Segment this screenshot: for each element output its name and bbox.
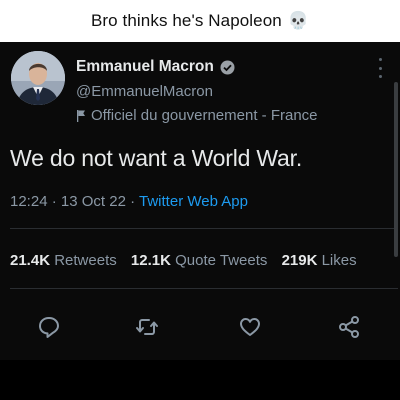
meta-separator: ·: [51, 193, 57, 210]
account-label: Officiel du gouvernement - France: [76, 107, 318, 124]
likes-label: Likes: [321, 252, 357, 269]
avatar[interactable]: [11, 51, 65, 105]
share-icon[interactable]: [336, 314, 362, 340]
author-handle[interactable]: @EmmanuelMacron: [76, 83, 213, 100]
meme-caption-bar: Bro thinks he's Napoleon 💀: [0, 0, 400, 42]
tweet-actions: [0, 308, 400, 348]
likes-count: 219K: [281, 252, 318, 269]
tweet-meta: 12:24 · 13 Oct 22 · Twitter Web App: [10, 193, 248, 210]
author-name[interactable]: Emmanuel Macron: [76, 58, 214, 76]
more-options-icon[interactable]: [374, 58, 386, 78]
tweet-card: Emmanuel Macron @EmmanuelMacron Officiel…: [0, 42, 400, 360]
tweet-date[interactable]: 13 Oct 22: [61, 193, 126, 210]
scrollbar[interactable]: [394, 82, 398, 257]
verified-badge-icon: [220, 60, 235, 75]
meta-separator: ·: [130, 193, 136, 210]
quotes-stat[interactable]: 12.1K Quote Tweets: [131, 252, 267, 269]
retweets-count: 21.4K: [10, 252, 51, 269]
retweets-stat[interactable]: 21.4K Retweets: [10, 252, 117, 269]
divider: [10, 228, 398, 229]
quotes-label: Quote Tweets: [175, 252, 268, 269]
retweet-icon[interactable]: [134, 314, 160, 340]
account-label-text: Officiel du gouvernement - France: [91, 107, 318, 124]
heart-icon[interactable]: [237, 314, 263, 340]
tweet-time[interactable]: 12:24: [10, 193, 48, 210]
likes-stat[interactable]: 219K Likes: [282, 252, 357, 269]
divider: [10, 288, 398, 289]
tweet-stats: 21.4K Retweets 12.1K Quote Tweets 219K L…: [10, 252, 367, 269]
bottom-area: [0, 360, 400, 400]
government-flag-icon: [76, 109, 86, 122]
author-row: Emmanuel Macron: [76, 58, 235, 76]
tweet-source[interactable]: Twitter Web App: [139, 193, 248, 210]
quotes-count: 12.1K: [130, 252, 171, 269]
tweet-text: We do not want a World War.: [10, 145, 303, 171]
skull-emoji: 💀: [287, 11, 310, 30]
meme-caption: Bro thinks he's Napoleon: [90, 11, 282, 30]
reply-icon[interactable]: [36, 314, 62, 340]
retweets-label: Retweets: [54, 252, 117, 269]
